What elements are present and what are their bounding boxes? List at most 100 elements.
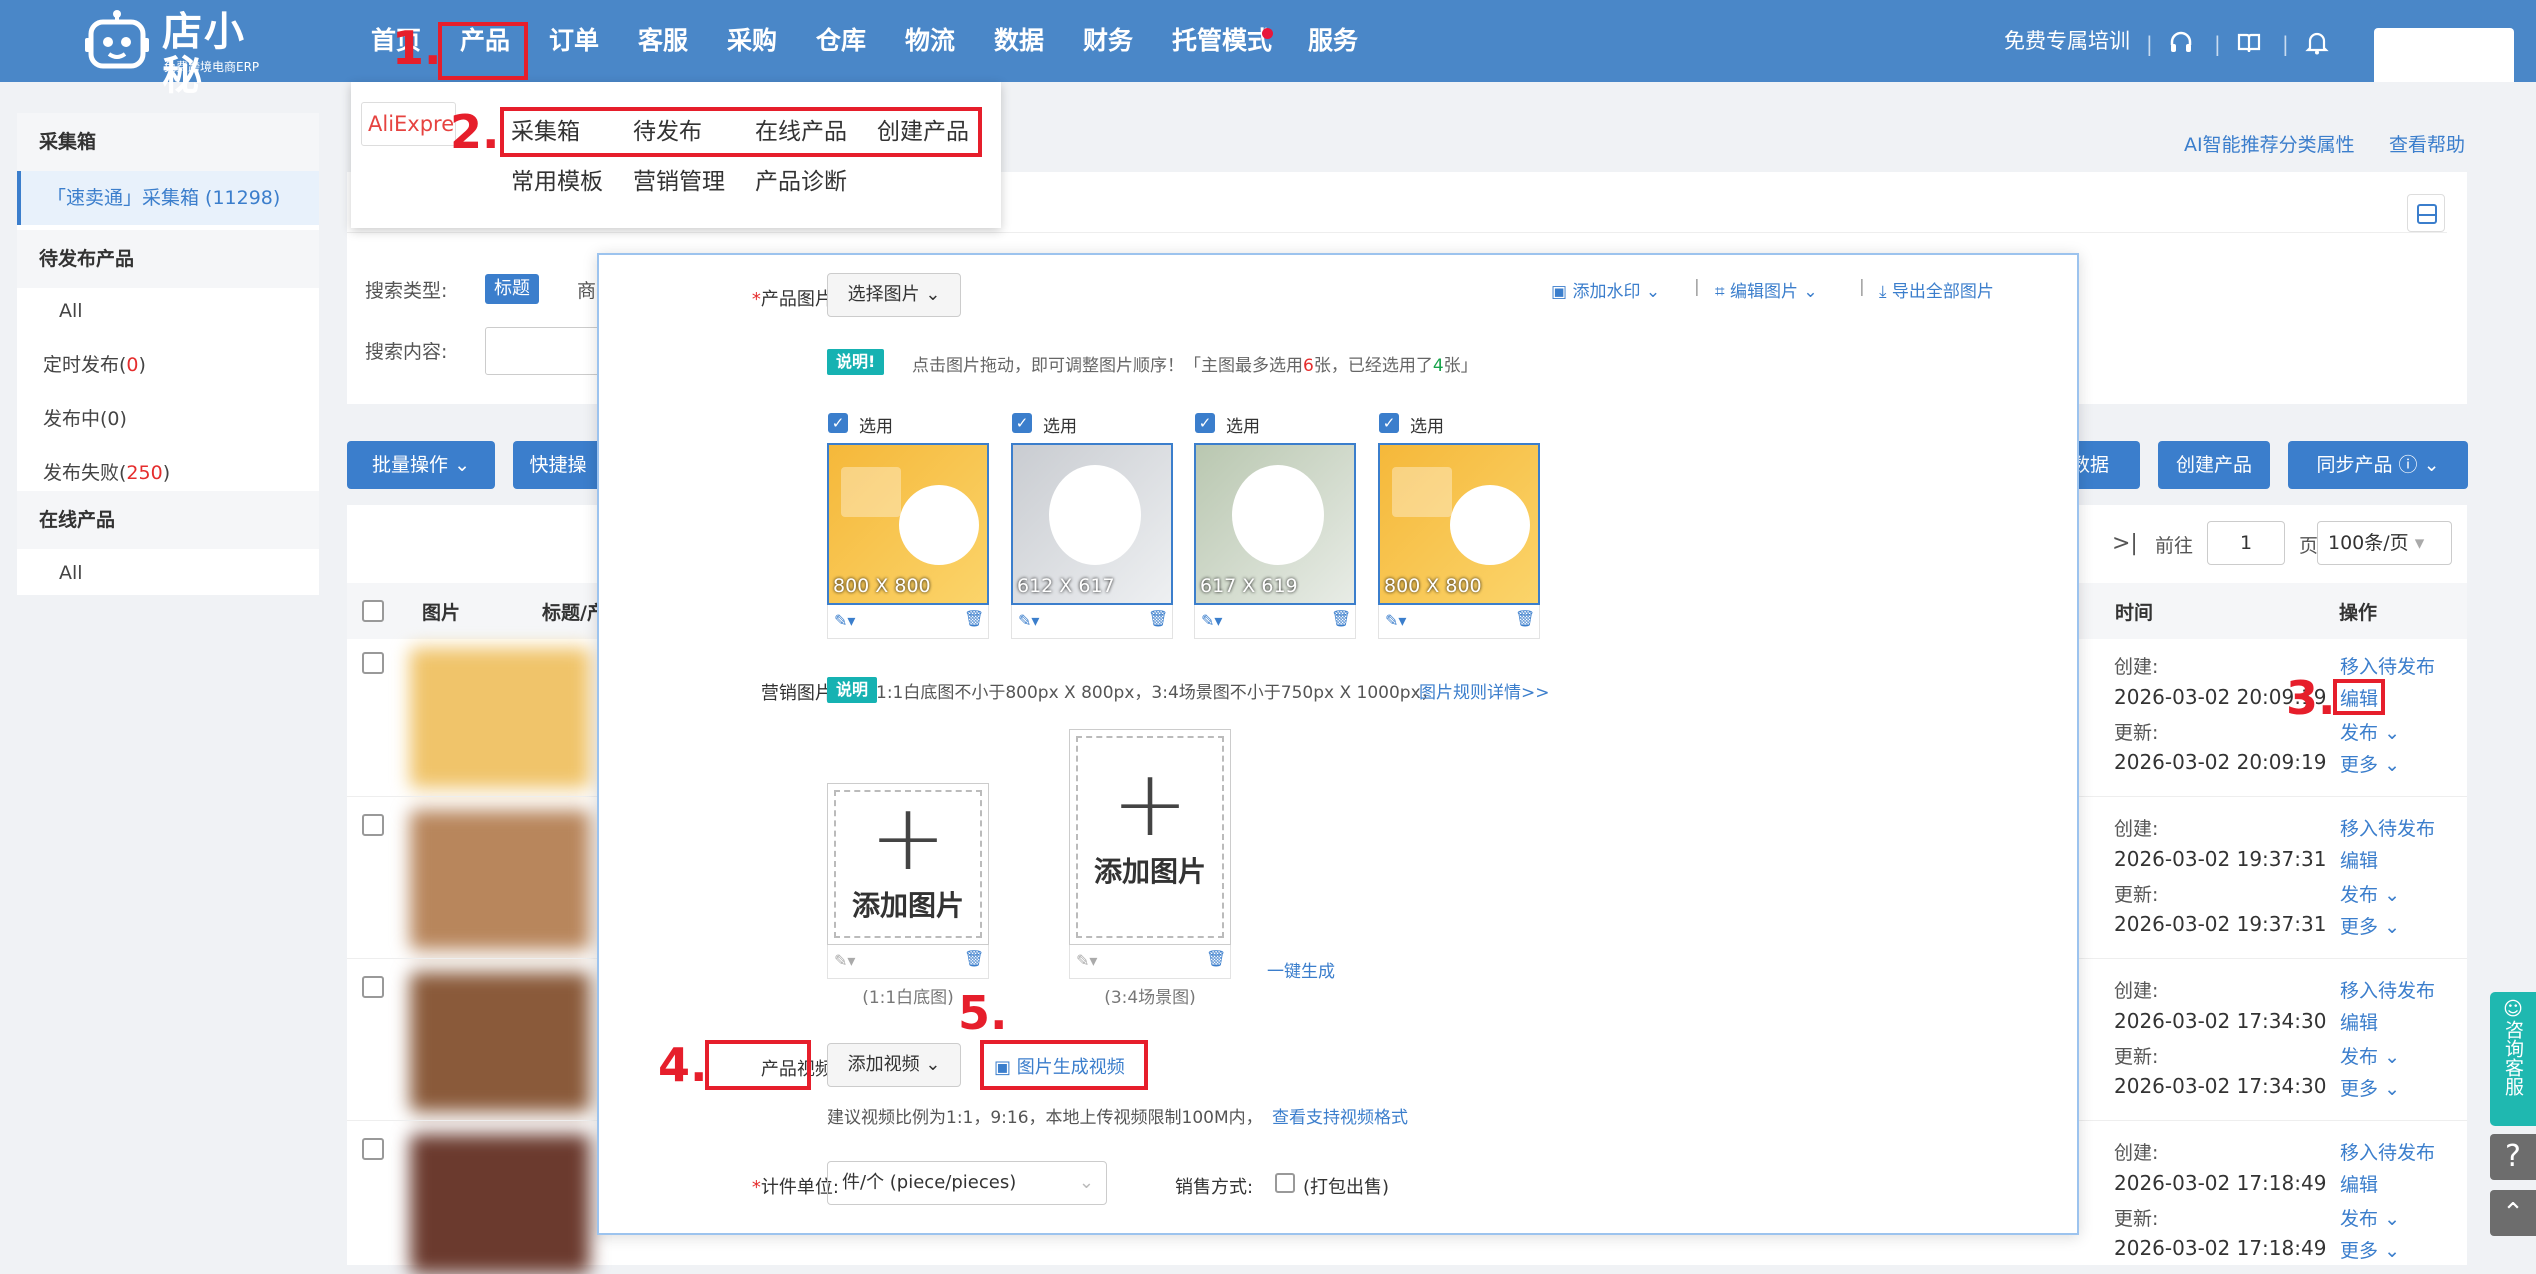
headset-icon[interactable] [2168, 30, 2194, 56]
menu-item-marketing[interactable]: 营销管理 [633, 162, 725, 196]
trash-icon[interactable]: 🗑 [1331, 609, 1351, 628]
publish-dropdown[interactable]: 发布 ⌄ [2340, 880, 2400, 907]
row-checkbox[interactable] [362, 652, 384, 674]
add-watermark-button[interactable]: ▣ 添加水印 ⌄ [1551, 277, 1660, 302]
nav-warehouse[interactable]: 仓库 [816, 18, 866, 64]
trash-icon[interactable]: 🗑 [964, 609, 984, 628]
publish-dropdown[interactable]: 发布 ⌄ [2340, 1042, 2400, 1069]
help-link[interactable]: 查看帮助 [2389, 130, 2465, 157]
ai-recommend-link[interactable]: AI智能推荐分类属性 [2184, 130, 2355, 157]
create-product-button[interactable]: 创建产品 [2158, 441, 2270, 489]
sidebar-item-online-all[interactable]: All [17, 546, 319, 600]
trash-icon[interactable]: 🗑 [1148, 609, 1168, 628]
search-type-option[interactable]: 商 [577, 276, 596, 303]
more-dropdown[interactable]: 更多 ⌄ [2340, 912, 2400, 939]
sidebar-item-publishing[interactable]: 发布中(0) [17, 392, 319, 446]
nav-finance[interactable]: 财务 [1083, 18, 1133, 64]
magic-wand-icon[interactable]: ✎▾ [834, 611, 855, 630]
add-scene-image[interactable]: + 添加图片 [1069, 729, 1231, 945]
move-to-pending-link[interactable]: 移入待发布 [2340, 1138, 2435, 1165]
product-thumbnail[interactable] [410, 810, 590, 950]
row-checkbox[interactable] [362, 1138, 384, 1160]
edit-images-button[interactable]: ⌗ 编辑图片 ⌄ [1715, 277, 1818, 302]
book-icon[interactable] [2236, 30, 2262, 56]
nav-orders[interactable]: 订单 [549, 18, 599, 64]
more-dropdown[interactable]: 更多 ⌄ [2340, 1074, 2400, 1101]
product-image[interactable]: 612 X 617 [1011, 443, 1173, 605]
magic-wand-icon[interactable]: ✎▾ [1201, 611, 1222, 630]
nav-managed-mode[interactable]: 托管模式 [1172, 18, 1272, 64]
sync-products-button[interactable]: 同步产品 ⓘ ⌄ [2288, 441, 2468, 489]
logo[interactable]: 店小秘 免费跨境电商ERP [80, 6, 280, 98]
menu-item-diagnosis[interactable]: 产品诊断 [755, 162, 847, 196]
nav-services[interactable]: 服务 [1308, 18, 1358, 64]
magic-wand-icon[interactable]: ✎▾ [1018, 611, 1039, 630]
more-dropdown[interactable]: 更多 ⌄ [2340, 750, 2400, 777]
help-question-icon[interactable]: ? [2490, 1134, 2536, 1180]
sidebar-item-pending-all[interactable]: All [17, 284, 319, 338]
image-rules-link[interactable]: 图片规则详情>> [1419, 678, 1550, 703]
magic-wand-icon[interactable]: ✎▾ [834, 951, 855, 970]
move-to-pending-link[interactable]: 移入待发布 [2340, 652, 2435, 679]
pager-input[interactable]: 1 [2207, 521, 2285, 565]
image-select-checkbox[interactable]: ✓ [1012, 413, 1032, 433]
edit-link[interactable]: 编辑 [2340, 846, 2378, 873]
bell-icon[interactable] [2304, 30, 2330, 56]
package-sale-checkbox[interactable] [1275, 1173, 1295, 1193]
nav-purchase[interactable]: 采购 [727, 18, 777, 64]
magic-wand-icon[interactable]: ✎▾ [1076, 951, 1097, 970]
edit-link[interactable]: 编辑 [2340, 1008, 2378, 1035]
sidebar-item-scheduled[interactable]: 定时发布(0) [17, 338, 319, 392]
trash-icon[interactable]: 🗑 [964, 949, 984, 968]
free-training-link[interactable]: 免费专属培训 [2004, 26, 2130, 56]
more-dropdown[interactable]: 更多 ⌄ [2340, 1236, 2400, 1263]
search-type-title-tag[interactable]: 标题 [485, 274, 539, 304]
page-size-select[interactable]: 100条/页 ▾ [2317, 521, 2452, 565]
move-to-pending-link[interactable]: 移入待发布 [2340, 976, 2435, 1003]
nav-logistics[interactable]: 物流 [905, 18, 955, 64]
quick-operations-button[interactable]: 快捷操 [513, 441, 603, 489]
back-to-top-icon[interactable]: ⌃ [2490, 1190, 2536, 1236]
image-select-checkbox[interactable]: ✓ [828, 413, 848, 433]
unit-select[interactable]: 件/个 (piece/pieces) ⌄ [827, 1161, 1107, 1205]
trash-icon[interactable]: 🗑 [1206, 949, 1226, 968]
image-select-checkbox[interactable]: ✓ [1379, 413, 1399, 433]
magic-wand-icon[interactable]: ✎▾ [1385, 611, 1406, 630]
search-content-input[interactable] [485, 327, 605, 375]
product-thumbnail[interactable] [410, 648, 590, 788]
aliexpress-platform-tab[interactable]: AliExpress [361, 102, 456, 146]
video-formats-link[interactable]: 查看支持视频格式 [1272, 1103, 1408, 1128]
unit-label: *计件单位: [639, 1173, 839, 1199]
nav-data[interactable]: 数据 [994, 18, 1044, 64]
user-account-menu[interactable] [2374, 28, 2514, 82]
add-video-dropdown[interactable]: 添加视频 ⌄ [827, 1043, 961, 1087]
nav-service[interactable]: 客服 [638, 18, 688, 64]
add-white-bg-image[interactable]: + 添加图片 [827, 783, 989, 945]
product-image[interactable]: 800 X 800 [1378, 443, 1540, 605]
edit-link[interactable]: 编辑 [2340, 1170, 2378, 1197]
select-images-dropdown[interactable]: 选择图片 ⌄ [827, 273, 961, 317]
move-to-pending-link[interactable]: 移入待发布 [2340, 814, 2435, 841]
updated-time: 2026-03-02 19:37:31 [2114, 912, 2327, 936]
row-checkbox[interactable] [362, 814, 384, 836]
row-checkbox[interactable] [362, 976, 384, 998]
menu-item-templates[interactable]: 常用模板 [511, 162, 603, 196]
layout-toggle-icon[interactable] [2407, 194, 2445, 232]
select-all-checkbox[interactable] [362, 600, 384, 622]
image-select-checkbox[interactable]: ✓ [1195, 413, 1215, 433]
last-page-icon[interactable]: >| [2112, 531, 2138, 556]
consult-service-button[interactable]: ☺ 咨询客服 [2490, 992, 2536, 1126]
publish-dropdown[interactable]: 发布 ⌄ [2340, 1204, 2400, 1231]
trash-icon[interactable]: 🗑 [1515, 609, 1535, 628]
product-thumbnail[interactable] [410, 972, 590, 1112]
label: 更多 [2340, 754, 2379, 776]
batch-operations-button[interactable]: 批量操作 ⌄ [347, 441, 495, 489]
product-thumbnail[interactable] [410, 1134, 590, 1274]
publish-dropdown[interactable]: 发布 ⌄ [2340, 718, 2400, 745]
product-image[interactable]: 617 X 619 [1194, 443, 1356, 605]
sidebar-item-aliexpress-collect[interactable]: 「速卖通」采集箱 (11298) [17, 171, 319, 225]
one-click-generate-link[interactable]: 一键生成 [1267, 957, 1335, 982]
export-all-images-button[interactable]: ⤓ 导出全部图片 [1879, 277, 1994, 302]
count: 4 [1432, 356, 1444, 376]
product-image[interactable]: 800 X 800 [827, 443, 989, 605]
